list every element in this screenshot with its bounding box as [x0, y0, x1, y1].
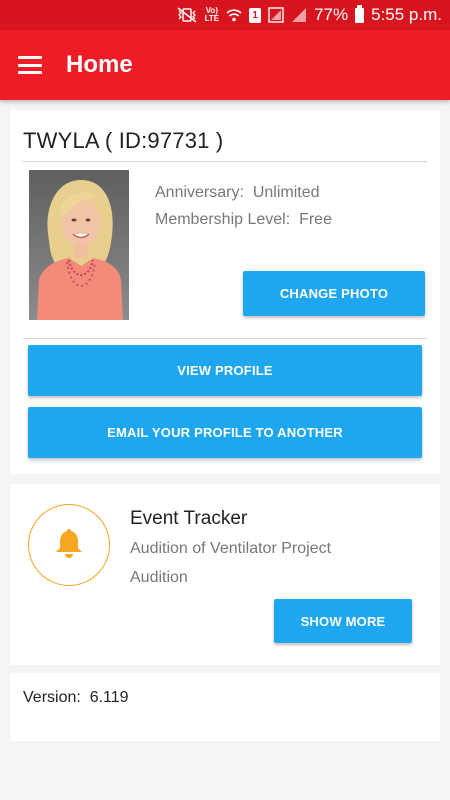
volte-icon: Vo) LTE — [204, 6, 220, 23]
clock: 5:55 p.m. — [371, 5, 442, 24]
hamburger-menu-icon[interactable] — [18, 56, 42, 74]
event-tracker-title: Event Tracker — [130, 508, 248, 529]
view-profile-button[interactable]: VIEW PROFILE — [28, 345, 422, 396]
sim-card-icon: 1 — [249, 7, 262, 23]
show-more-button[interactable]: SHOW MORE — [274, 599, 412, 643]
divider — [23, 161, 427, 162]
version-card: Version: 6.119 — [10, 673, 440, 741]
battery-percent: 77% — [314, 5, 349, 24]
page-title: Home — [66, 51, 133, 78]
event-tracker-card: Event Tracker Audition of Ventilator Pro… — [10, 484, 440, 665]
wifi-calling-icon — [226, 7, 242, 23]
profile-photo — [29, 170, 129, 320]
bell-icon — [52, 526, 86, 565]
status-bar: Vo) LTE 1 77% 5:55 p.m. — [0, 0, 450, 30]
app-version: Version: 6.119 — [23, 689, 129, 706]
app-bar: Home — [0, 30, 450, 100]
membership-info: Membership Level: Free — [155, 211, 332, 228]
email-profile-button[interactable]: EMAIL YOUR PROFILE TO ANOTHER — [28, 407, 422, 458]
anniversary-info: Anniversary: Unlimited — [155, 184, 320, 201]
bell-icon-circle — [28, 504, 110, 586]
event-type: Audition — [130, 569, 188, 586]
battery-icon — [355, 4, 365, 23]
divider — [23, 338, 427, 339]
event-name: Audition of Ventilator Project — [130, 540, 332, 557]
profile-card: TWYLA ( ID:97731 ) Anniversary: Unlimite… — [10, 110, 440, 474]
vibrate-mute-icon — [176, 7, 198, 23]
signal-icon-1 — [268, 7, 284, 23]
change-photo-button[interactable]: CHANGE PHOTO — [243, 271, 425, 316]
profile-title: TWYLA ( ID:97731 ) — [23, 128, 224, 153]
signal-icon-2 — [291, 7, 307, 23]
